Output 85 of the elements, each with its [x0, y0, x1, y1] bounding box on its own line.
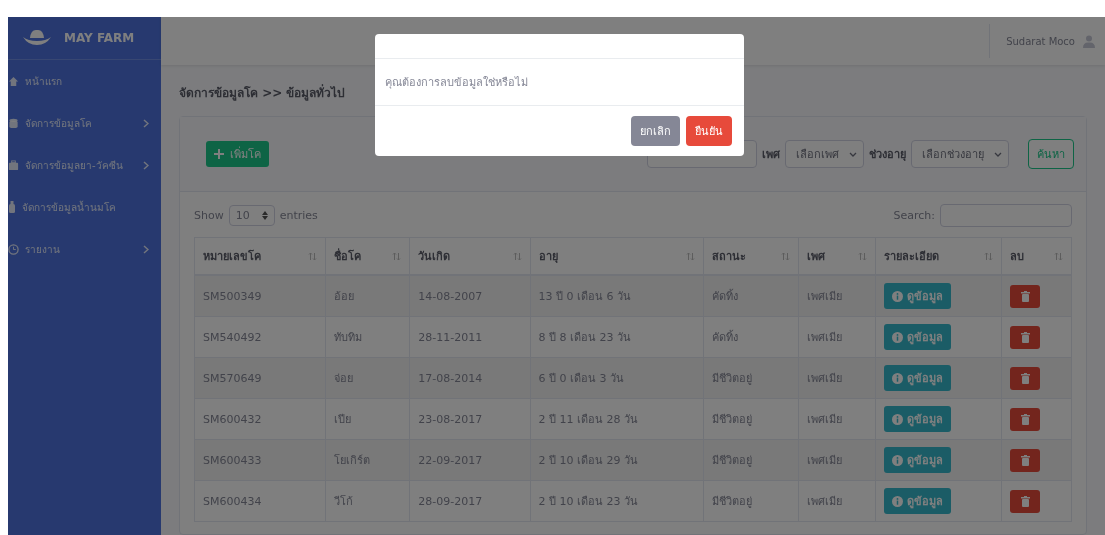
show-label: Show — [194, 209, 224, 222]
confirm-button[interactable]: ยืนยัน — [686, 116, 732, 146]
table-cell: SM600432 — [194, 398, 326, 440]
info-icon — [891, 413, 903, 425]
delete-button[interactable] — [1010, 325, 1041, 349]
add-button[interactable]: เพิ่มโค — [206, 141, 269, 167]
table-cell: 28-09-2017 — [409, 480, 531, 522]
table-cell: 2 ปี 10 เดือน 23 วัน — [530, 480, 704, 522]
sort-icon — [307, 251, 317, 261]
chevron-down-icon — [849, 151, 857, 157]
brand-name: MAY FARM — [64, 31, 135, 45]
user-icon[interactable] — [1083, 34, 1095, 48]
breadcrumb: จัดการข้อมูลโค >> ข้อมูลทั่วไป — [179, 83, 347, 102]
sort-icon — [857, 251, 867, 261]
bottle-icon — [8, 201, 16, 213]
sidebar-item[interactable]: จัดการข้อมูลยา-วัคซีน — [8, 144, 161, 186]
plus-icon — [214, 149, 224, 159]
select-field[interactable]: เลือกช่วงอายุ — [911, 140, 1009, 168]
info-icon — [891, 454, 903, 466]
sort-icon — [780, 251, 790, 261]
chevron-right-icon — [143, 244, 149, 254]
filter-label: ช่วงอายุ — [869, 147, 906, 163]
table-cell: มีชีวิตอยู่ — [703, 480, 799, 522]
trash-icon — [1020, 290, 1030, 302]
page-size-select[interactable]: 10 — [228, 205, 275, 226]
clock-icon — [8, 243, 19, 255]
chevron-down-icon — [994, 151, 1002, 157]
info-icon — [891, 495, 903, 507]
trash-icon — [1020, 372, 1030, 384]
table-cell: ทับทิม — [325, 316, 410, 358]
sidebar-item[interactable]: จัดการข้อมูลน้ำนมโค — [8, 186, 161, 228]
info-icon — [891, 290, 903, 302]
search-label: Search: — [893, 209, 935, 222]
table-cell: เพศเมีย — [798, 398, 876, 440]
table-cell: 2 ปี 11 เดือน 28 วัน — [530, 398, 704, 440]
view-button[interactable]: ดูข้อมูล — [883, 324, 951, 350]
view-button[interactable]: ดูข้อมูล — [883, 283, 951, 309]
chevron-right-icon — [143, 118, 149, 128]
delete-button[interactable] — [1010, 366, 1041, 390]
user-name[interactable]: Sudarat Moco — [1006, 35, 1075, 47]
database-icon — [8, 117, 19, 129]
dialog-message: คุณต้องการลบข้อมูลใช่หรือไม่ — [385, 76, 528, 89]
table-cell: SM600434 — [194, 480, 326, 522]
sidebar-item[interactable]: จัดการข้อมูลโค — [8, 102, 161, 144]
info-icon — [891, 331, 903, 343]
view-button[interactable]: ดูข้อมูล — [883, 406, 951, 432]
sidebar-item[interactable]: หน้าแรก — [8, 60, 161, 102]
table-cell: เพศเมีย — [798, 316, 876, 358]
select-field[interactable]: เลือกเพศ — [785, 140, 864, 168]
spinner-icon — [261, 211, 268, 220]
table-cell: มีชีวิตอยู่ — [703, 398, 799, 440]
trash-icon — [1020, 454, 1030, 466]
delete-button[interactable] — [1010, 448, 1041, 472]
table-cell: วีโก้ — [325, 480, 410, 522]
sort-icon — [512, 251, 522, 261]
sort-icon — [685, 251, 695, 261]
table-cell: 28-11-2011 — [409, 316, 531, 358]
table-cell: คัดทิ้ง — [703, 316, 799, 358]
view-button[interactable]: ดูข้อมูล — [883, 488, 951, 514]
home-icon — [8, 75, 19, 87]
info-icon — [891, 372, 903, 384]
table-cell: 23-08-2017 — [409, 398, 531, 440]
medkit-icon — [8, 159, 19, 171]
cowboy-hat-icon — [22, 28, 52, 48]
sort-icon — [1054, 251, 1063, 261]
filter-label: เพศ — [762, 147, 780, 163]
delete-button[interactable] — [1010, 284, 1041, 308]
view-button[interactable]: ดูข้อมูล — [883, 447, 951, 473]
delete-button[interactable] — [1010, 489, 1041, 513]
view-button[interactable]: ดูข้อมูล — [883, 365, 951, 391]
trash-icon — [1020, 495, 1030, 507]
table-cell: เพศเมีย — [798, 480, 876, 522]
trash-icon — [1020, 413, 1030, 425]
table-cell: 8 ปี 8 เดือน 23 วัน — [530, 316, 704, 358]
table-cell: SM540492 — [194, 316, 326, 358]
sidebar-item[interactable]: รายงาน — [8, 228, 161, 270]
cancel-button[interactable]: ยกเลิก — [631, 116, 680, 146]
delete-button[interactable] — [1010, 407, 1041, 431]
sort-icon — [984, 251, 994, 261]
search-button[interactable]: ค้นหา — [1028, 139, 1074, 169]
table-cell: เปีย — [325, 398, 410, 440]
trash-icon — [1020, 331, 1030, 343]
sort-icon — [392, 251, 402, 261]
entries-label: entries — [279, 209, 318, 222]
chevron-right-icon — [143, 160, 149, 170]
